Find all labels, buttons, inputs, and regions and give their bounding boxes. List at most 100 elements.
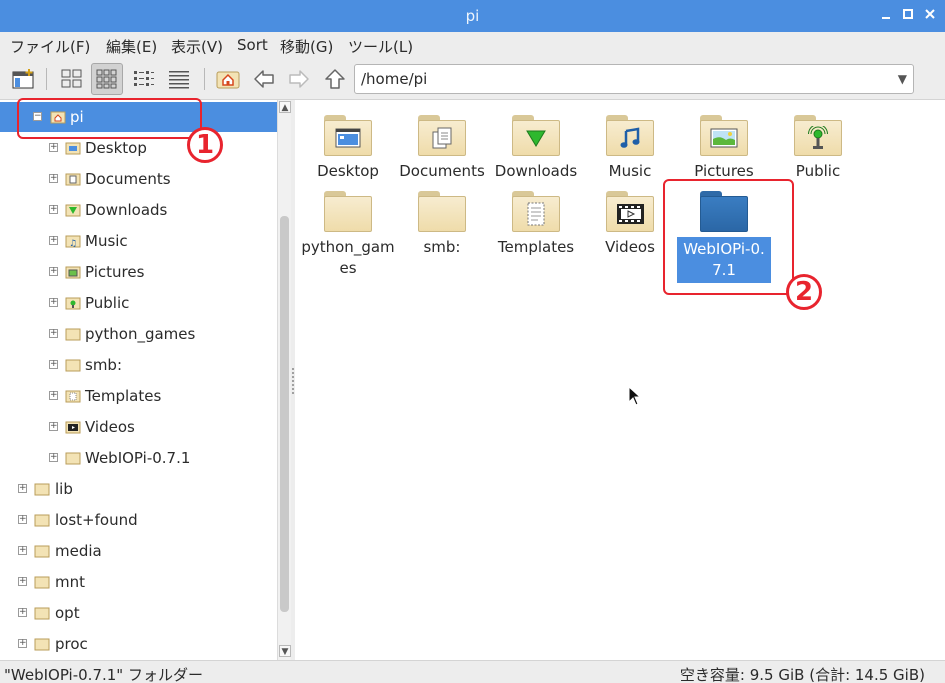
- file-item-templates[interactable]: Templates: [489, 188, 583, 258]
- tree-item-templates[interactable]: + Templates: [0, 381, 277, 411]
- thumbnail-view-icon: [96, 69, 117, 89]
- minimize-button[interactable]: [878, 8, 894, 24]
- toolbar-separator: [46, 68, 47, 90]
- menu-go[interactable]: 移動(G): [280, 36, 333, 57]
- scroll-up-icon[interactable]: ▲: [279, 101, 291, 113]
- toolbar: ▼: [0, 58, 945, 100]
- maximize-icon: [903, 9, 913, 19]
- tree-item-label: Pictures: [85, 263, 145, 281]
- tree-item-media[interactable]: + media: [0, 536, 277, 566]
- desktop-folder-icon: [65, 142, 81, 155]
- file-item-python-games[interactable]: python_gam es: [301, 188, 395, 279]
- tree-item-label: Public: [85, 294, 130, 312]
- path-bar[interactable]: ▼: [354, 64, 914, 94]
- folder-icon: [65, 359, 81, 372]
- expand-icon[interactable]: +: [18, 484, 27, 493]
- desktop-folder-icon: [323, 112, 373, 156]
- tree-item-label: smb:: [85, 356, 123, 374]
- view-list-button[interactable]: [163, 63, 195, 95]
- menu-sort[interactable]: Sort: [237, 36, 268, 54]
- expand-icon[interactable]: +: [18, 577, 27, 586]
- menu-edit[interactable]: 編集(E): [106, 36, 157, 57]
- tree-item-label: mnt: [55, 573, 85, 591]
- annotation-badge-1: 1: [187, 127, 223, 163]
- tree-item-lib[interactable]: + lib: [0, 474, 277, 504]
- tree-item-smb[interactable]: + smb:: [0, 350, 277, 380]
- expand-icon[interactable]: +: [49, 236, 58, 245]
- tree-item-proc[interactable]: + proc: [0, 629, 277, 659]
- tree-item-python-games[interactable]: + python_games: [0, 319, 277, 349]
- path-input[interactable]: [361, 69, 881, 89]
- svg-text:♫: ♫: [69, 239, 77, 248]
- folder-icon: [34, 576, 50, 589]
- expand-icon[interactable]: +: [49, 360, 58, 369]
- file-item-music[interactable]: Music: [583, 112, 677, 182]
- expand-icon[interactable]: +: [49, 453, 58, 462]
- expand-icon[interactable]: +: [49, 298, 58, 307]
- public-folder-icon: [65, 297, 81, 310]
- file-item-label: Downloads: [494, 162, 578, 180]
- scrollbar-thumb[interactable]: [280, 216, 289, 612]
- expand-icon[interactable]: +: [18, 515, 27, 524]
- expand-icon[interactable]: +: [49, 143, 58, 152]
- view-thumbnails-button[interactable]: [91, 63, 123, 95]
- file-item-desktop[interactable]: Desktop: [301, 112, 395, 182]
- up-button[interactable]: [319, 63, 351, 95]
- tree-item-webiopi[interactable]: + WebIOPi-0.7.1: [0, 443, 277, 473]
- scroll-down-icon[interactable]: ▼: [279, 645, 291, 657]
- tree-item-downloads[interactable]: + Downloads: [0, 195, 277, 225]
- compact-view-icon: [134, 71, 154, 86]
- videos-folder-icon: [605, 188, 655, 232]
- close-button[interactable]: [922, 8, 938, 24]
- tree-item-music[interactable]: + ♫ Music: [0, 226, 277, 256]
- file-item-public[interactable]: Public: [771, 112, 865, 182]
- folder-icon: [34, 638, 50, 651]
- tree-item-label: Videos: [85, 418, 135, 436]
- expand-icon[interactable]: +: [49, 267, 58, 276]
- tree-item-pictures[interactable]: + Pictures: [0, 257, 277, 287]
- new-window-button[interactable]: [8, 63, 40, 95]
- expand-icon[interactable]: +: [49, 329, 58, 338]
- folder-icon: [65, 328, 81, 341]
- menu-file[interactable]: ファイル(F): [10, 36, 90, 57]
- expand-icon[interactable]: +: [18, 608, 27, 617]
- expand-icon[interactable]: +: [49, 391, 58, 400]
- tree-item-documents[interactable]: + Documents: [0, 164, 277, 194]
- file-item-smb[interactable]: smb:: [395, 188, 489, 258]
- file-item-label: Music: [608, 162, 652, 180]
- documents-folder-icon: [417, 112, 467, 156]
- forward-button[interactable]: [283, 63, 315, 95]
- menu-tools[interactable]: ツール(L): [348, 36, 413, 57]
- music-folder-icon: ♫: [65, 235, 81, 248]
- tree-item-opt[interactable]: + opt: [0, 598, 277, 628]
- home-button[interactable]: [212, 63, 244, 95]
- expand-icon[interactable]: +: [49, 174, 58, 183]
- tree-item-lost-found[interactable]: + lost+found: [0, 505, 277, 535]
- expand-icon[interactable]: +: [18, 639, 27, 648]
- chevron-down-icon[interactable]: ▼: [898, 72, 907, 86]
- file-item-pictures[interactable]: Pictures: [677, 112, 771, 182]
- folder-icon: [34, 607, 50, 620]
- view-icons-button[interactable]: [56, 63, 88, 95]
- file-item-downloads[interactable]: Downloads: [489, 112, 583, 182]
- directory-tree: − pi + Desktop + Documents + Downloads +…: [0, 100, 277, 660]
- icon-view-icon: [61, 69, 82, 88]
- tree-scrollbar[interactable]: ▲ ▼: [277, 100, 291, 660]
- tree-item-label: Downloads: [85, 201, 168, 219]
- videos-folder-icon: [65, 421, 81, 434]
- file-view: Desktop Documents Downloads Music Pictur…: [295, 100, 945, 660]
- tree-item-mnt[interactable]: + mnt: [0, 567, 277, 597]
- view-compact-button[interactable]: [128, 63, 160, 95]
- back-button[interactable]: [248, 63, 280, 95]
- expand-icon[interactable]: +: [49, 205, 58, 214]
- tree-item-label: media: [55, 542, 102, 560]
- menu-view[interactable]: 表示(V): [171, 36, 223, 57]
- tree-item-videos[interactable]: + Videos: [0, 412, 277, 442]
- expand-icon[interactable]: +: [18, 546, 27, 555]
- file-item-documents[interactable]: Documents: [395, 112, 489, 182]
- maximize-button[interactable]: [900, 8, 916, 24]
- expand-icon[interactable]: +: [49, 422, 58, 431]
- tree-item-public[interactable]: + Public: [0, 288, 277, 318]
- documents-folder-icon: [65, 173, 81, 186]
- tree-item-label: Music: [85, 232, 128, 250]
